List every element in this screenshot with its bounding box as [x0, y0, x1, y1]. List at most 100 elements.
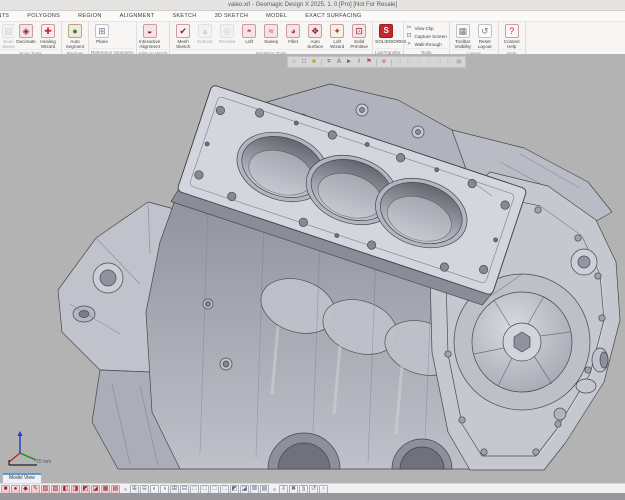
- ribbon-button-label: Loft: [245, 39, 253, 44]
- cursor-icon[interactable]: ►: [345, 58, 354, 66]
- box-zoom-icon[interactable]: ▣: [455, 58, 464, 66]
- loft-wizard-icon: ✦: [330, 24, 344, 38]
- measure-icon[interactable]: ⌗: [325, 58, 334, 66]
- section-icon[interactable]: □: [435, 58, 444, 66]
- mesh-sketch-button[interactable]: ✔Mesh Sketch: [172, 23, 194, 49]
- view-clip-button[interactable]: ✂View Clip: [406, 24, 447, 32]
- ribbon-button-label: Toolbar Visibility: [452, 39, 474, 49]
- walk-through-button[interactable]: »Walk-through: [406, 40, 447, 48]
- sweep-button[interactable]: ≈Sweep: [260, 23, 282, 44]
- solid-primitive-button[interactable]: ⊡Solid Primitive: [348, 23, 370, 49]
- menu-tab-sketch[interactable]: SKETCH: [163, 11, 205, 21]
- application-window: valeo.xrl - Geomagic Design X 2025. 1. 0…: [0, 0, 625, 500]
- pin-icon[interactable]: ⚑: [365, 58, 374, 66]
- menu-tab-model[interactable]: MODEL: [257, 11, 296, 21]
- walk-through-icon: »: [406, 41, 413, 48]
- camera-icon[interactable]: □: [395, 58, 404, 66]
- extrude-icon: ▲: [198, 24, 212, 38]
- plane-button[interactable]: ⊞Plane: [91, 23, 113, 44]
- wireframe-display-icon[interactable]: ○: [290, 58, 299, 66]
- ribbon-button-label: Decimate: [16, 39, 35, 44]
- menu-tab-polygons[interactable]: POLYGONS: [18, 11, 69, 21]
- interactive-alignment-icon: ◒: [143, 24, 157, 38]
- ribbon-group-reference-geometry: ⊞PlaneReference Geometry: [89, 22, 137, 56]
- ribbon-group-regions: ●Auto SegmentRegions: [62, 22, 89, 56]
- menu-tab-3d-sketch[interactable]: 3D SKETCH: [206, 11, 258, 21]
- scan-between-icon: ▤: [2, 24, 15, 38]
- revolve-button: ◎Revolve: [216, 23, 238, 44]
- annotation-icon[interactable]: A: [335, 58, 344, 66]
- ribbon-button-label: Reset Layout: [474, 39, 496, 49]
- revolve-icon: ◎: [220, 24, 234, 38]
- ghost-icon[interactable]: □: [445, 58, 454, 66]
- context-help-button[interactable]: ?Context Help: [501, 23, 523, 49]
- auto-surface-button[interactable]: ❖Auto Surface: [304, 23, 326, 49]
- engine-block-model[interactable]: [0, 54, 625, 483]
- ribbon-button-label: Auto Segment: [64, 39, 86, 49]
- fillet-icon: ◕: [286, 24, 300, 38]
- ribbon-button-label: Fillet: [288, 39, 298, 44]
- toolbar-separator: [124, 488, 127, 491]
- view-clip-icon: ✂: [406, 25, 413, 32]
- ribbon-group-help: ?Context HelpHelp: [499, 22, 526, 56]
- dimension-icon[interactable]: I: [355, 58, 364, 66]
- toolbar-separator: [273, 488, 276, 491]
- reset-layout-button[interactable]: ↺Reset Layout: [474, 23, 496, 49]
- toolbar-visibility-button[interactable]: ▦Toolbar Visibility: [452, 23, 474, 49]
- status-bar: [0, 493, 625, 500]
- menu-tab-region[interactable]: REGION: [69, 11, 111, 21]
- extrude-button: ▲Extrude: [194, 23, 216, 44]
- toolbar-separator: [321, 59, 322, 66]
- menu-tab-points[interactable]: POINTS: [0, 11, 18, 21]
- reset-layout-icon: ↺: [478, 24, 492, 38]
- auto-surface-icon: ❖: [308, 24, 322, 38]
- decimate-button[interactable]: ◈Decimate: [15, 23, 37, 44]
- ribbon-button-label: Extrude: [197, 39, 213, 44]
- tool-label: View Clip: [415, 26, 434, 31]
- ribbon-button-label: SOLIDWORKS: [375, 39, 397, 44]
- ribbon-group-layout: ▦Toolbar Visibility↺Reset LayoutLayout: [450, 22, 499, 56]
- viewport-floating-toolbar: ○□■⌗A►I⚑■□□□□□□▣: [287, 56, 466, 68]
- ribbon-group-modeling-tools: ✔Mesh Sketch▲Extrude◎Revolve◓Loft≈Sweep◕…: [170, 22, 373, 56]
- context-help-icon: ?: [505, 24, 519, 38]
- loft-icon: ◓: [242, 24, 256, 38]
- light-icon[interactable]: □: [405, 58, 414, 66]
- scale-label: 70 mm: [36, 459, 51, 465]
- ribbon-group-livetransfer: SSOLIDWORKSLiveTransfer: [373, 22, 403, 56]
- ribbon-group-scan-tools: ▤Scan Between◈Decimate✚Healing WizardSca…: [0, 22, 62, 56]
- ribbon-button-label: Loft Wizard: [326, 39, 348, 49]
- menu-tab-alignment[interactable]: ALIGNMENT: [111, 11, 164, 21]
- menu-tab-bar: POINTSPOLYGONSREGIONALIGNMENTSKETCH3D SK…: [0, 11, 625, 22]
- edges-display-icon[interactable]: □: [300, 58, 309, 66]
- healing-wizard-button[interactable]: ✚Healing Wizard: [37, 23, 59, 49]
- ribbon-button-label: Context Help: [501, 39, 523, 49]
- toolbar-separator: [391, 59, 392, 66]
- auto-segment-icon: ●: [68, 24, 82, 38]
- solidworks-button[interactable]: SSOLIDWORKS: [375, 23, 397, 44]
- mesh-sketch-icon: ✔: [176, 24, 190, 38]
- menu-tab-exact-surfacing[interactable]: EXACT SURFACING: [296, 11, 370, 21]
- solid-primitive-icon: ⊡: [352, 24, 366, 38]
- axis-icon[interactable]: □: [425, 58, 434, 66]
- shaded-display-icon[interactable]: ■: [310, 58, 319, 66]
- tool-label: Capture Screen: [415, 34, 447, 39]
- fillet-button[interactable]: ◕Fillet: [282, 23, 304, 44]
- grid-icon[interactable]: □: [415, 58, 424, 66]
- decimate-icon: ◈: [19, 24, 33, 38]
- window-titlebar: valeo.xrl - Geomagic Design X 2025. 1. 0…: [0, 0, 625, 11]
- loft-button[interactable]: ◓Loft: [238, 23, 260, 44]
- ribbon-toolbar: ▤Scan Between◈Decimate✚Healing WizardSca…: [0, 22, 625, 57]
- region-highlight-icon[interactable]: ■: [380, 58, 389, 66]
- ribbon-button-label: Sweep: [264, 39, 278, 44]
- interactive-alignment-button[interactable]: ◒Interactive Alignment: [139, 23, 161, 49]
- sweep-icon: ≈: [264, 24, 278, 38]
- loft-wizard-button[interactable]: ✦Loft Wizard: [326, 23, 348, 49]
- ribbon-button-label: Interactive Alignment: [139, 39, 161, 49]
- capture-screen-button[interactable]: ⊡Capture Screen: [406, 32, 447, 40]
- window-title: valeo.xrl - Geomagic Design X 2025. 1. 0…: [228, 2, 397, 8]
- auto-segment-button[interactable]: ●Auto Segment: [64, 23, 86, 49]
- ribbon-button-label: Healing Wizard: [37, 39, 59, 49]
- plane-icon: ⊞: [95, 24, 109, 38]
- viewport-3d[interactable]: ○□■⌗A►I⚑■□□□□□□▣ 70 mm Model View: [0, 54, 625, 483]
- model-view-tab[interactable]: Model View: [2, 473, 42, 483]
